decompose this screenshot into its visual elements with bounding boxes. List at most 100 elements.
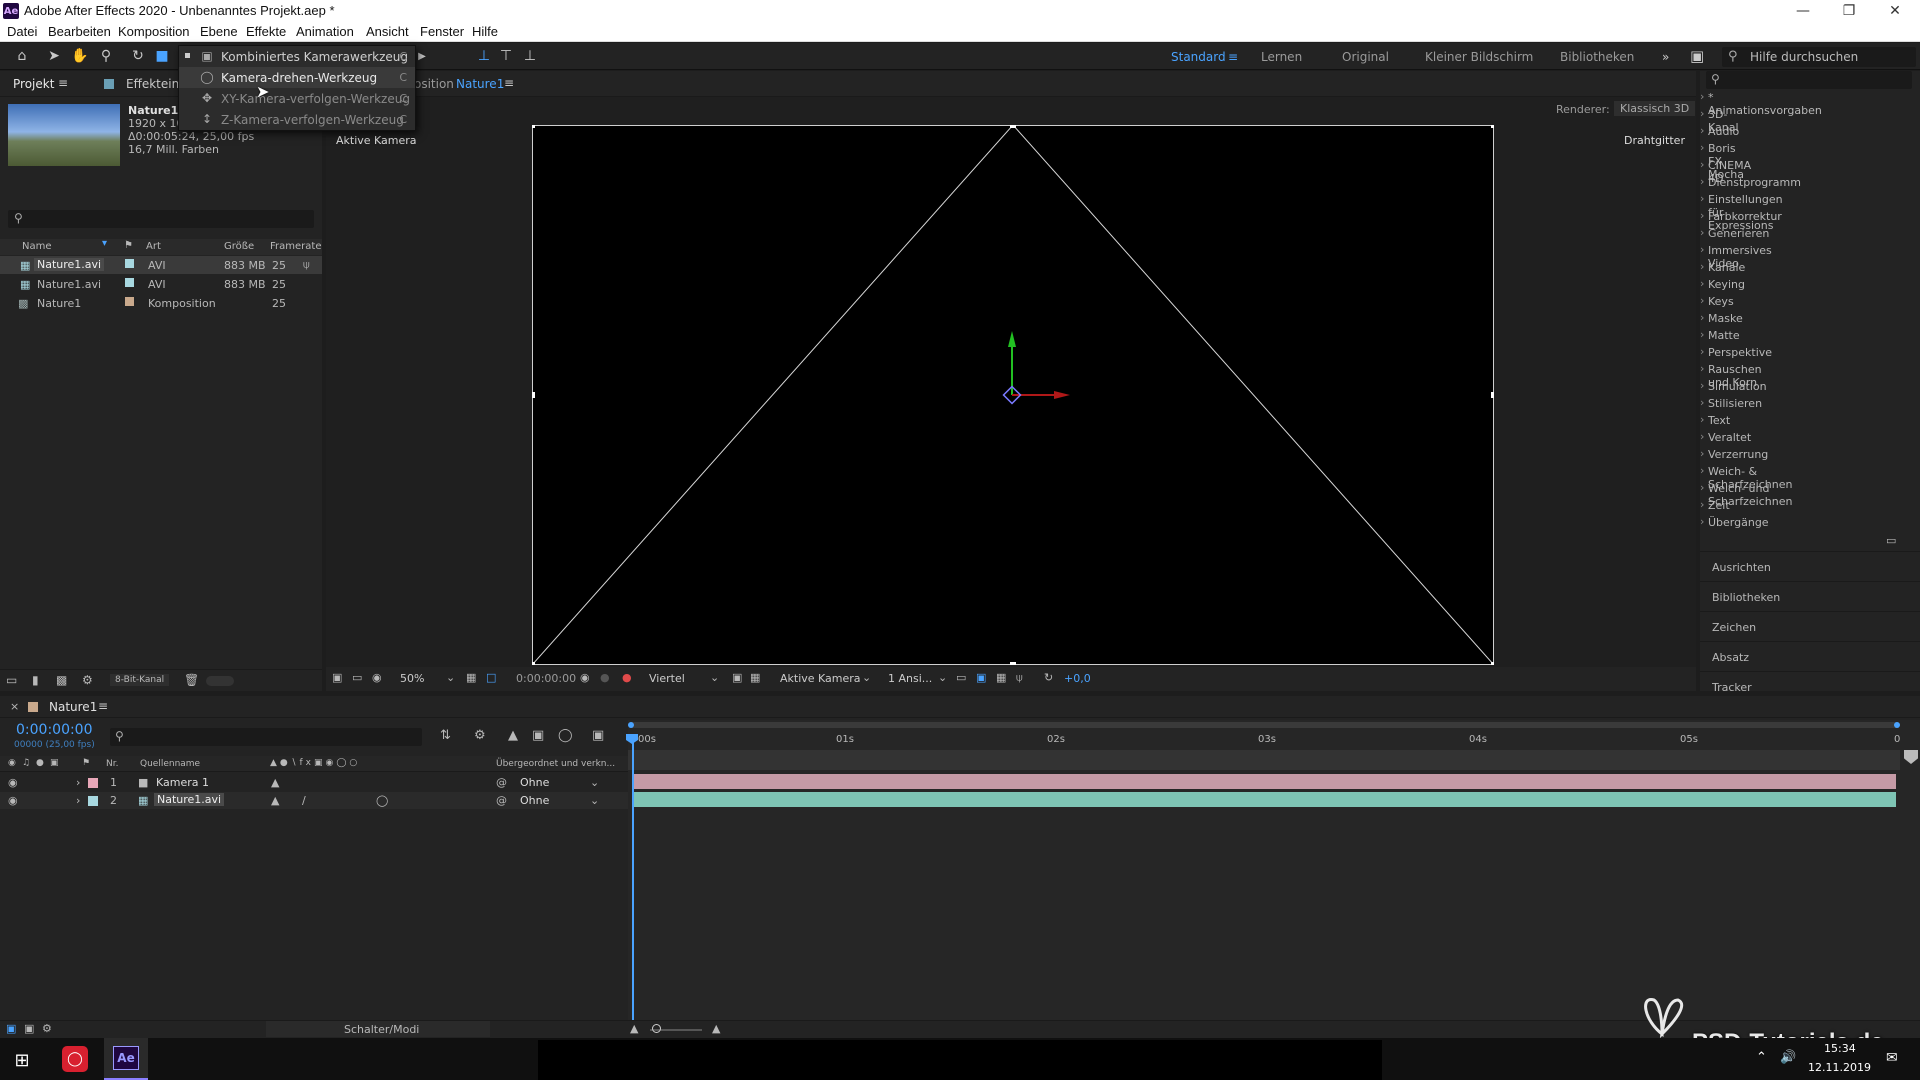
tab-effekteinstellungen[interactable]: Effekteins <box>126 77 185 91</box>
graph-editor-icon[interactable]: ▣ <box>592 728 604 743</box>
fx-category[interactable]: Keys <box>1700 294 1734 308</box>
selection-tool-icon[interactable]: ➤ <box>44 47 64 65</box>
panel-absatz[interactable]: Absatz <box>1712 651 1749 664</box>
preview-goggles-icon[interactable]: ◉ <box>372 671 382 684</box>
workspace-menu-icon[interactable]: ≡ <box>1228 50 1238 64</box>
layer-name[interactable]: Nature1.avi <box>154 793 225 806</box>
expand-chevron-icon[interactable]: › <box>76 794 80 807</box>
pickwhip-icon[interactable]: @ <box>496 776 507 789</box>
motion-blur-icon[interactable]: ◯ <box>558 728 573 743</box>
menu-ebene[interactable]: Ebene <box>200 24 238 39</box>
menu-item-kamera-drehen-werkzeug[interactable]: ◯ Kamera-drehen-Werkzeug C <box>179 67 415 88</box>
project-search-input[interactable]: ⚲ <box>8 210 314 228</box>
timeline-layer-row[interactable]: ◉ › 1 ■ Kamera 1 ▲ @ Ohne ⌄ <box>0 774 628 791</box>
panel-menu-icon[interactable]: ≡ <box>98 699 108 713</box>
new-composition-icon[interactable]: ▩ <box>56 673 67 687</box>
menu-fenster[interactable]: Fenster <box>420 24 464 39</box>
layer-switches-toggle-icon[interactable]: ▣ <box>6 1022 16 1035</box>
timeline-layer-row[interactable]: ◉ › 2 ▦ Nature1.avi ▲ ∕ ◯ @ Ohne ⌄ <box>0 792 628 809</box>
menu-komposition[interactable]: Komposition <box>118 24 190 39</box>
timeline-icon[interactable]: ▦ <box>996 671 1006 684</box>
fit-icon[interactable]: ▦ <box>466 671 476 684</box>
label-swatch[interactable] <box>125 259 134 268</box>
fx-category[interactable]: Veraltet <box>1700 430 1751 444</box>
workspace-bibliotheken[interactable]: Bibliotheken <box>1560 50 1634 64</box>
notifications-icon[interactable]: ✉ <box>1886 1050 1898 1066</box>
panel-ausrichten[interactable]: Ausrichten <box>1712 561 1771 574</box>
fx-category[interactable]: Generieren <box>1700 226 1769 240</box>
current-time-display[interactable]: 0:00:00:00 <box>516 672 576 685</box>
zoom-out-icon[interactable]: ▲ <box>630 1022 638 1035</box>
windows-start-icon[interactable]: ⊞ <box>10 1048 34 1072</box>
zoom-slider-handle[interactable] <box>652 1024 661 1033</box>
chevron-down-icon[interactable]: ⌄ <box>862 671 871 684</box>
time-ruler[interactable]: 00s 01s 02s 03s 04s 05s 0 <box>628 730 1900 750</box>
fx-category[interactable]: Farbkorrektur <box>1700 209 1782 223</box>
timeline-timecode[interactable]: 0:00:00:00 <box>16 722 93 738</box>
col-groesse[interactable]: Größe <box>224 241 254 252</box>
safe-zones-icon[interactable]: □ <box>486 671 496 684</box>
project-row[interactable]: ▦ Nature1.avi AVI 883 MB 25 ⍦ <box>0 256 322 274</box>
menu-hilfe[interactable]: Hilfe <box>472 24 498 39</box>
chevron-down-icon[interactable]: ⌄ <box>446 671 455 684</box>
rotate-tool-icon[interactable]: ↻ <box>128 47 148 65</box>
composition-viewer[interactable] <box>532 125 1494 665</box>
flowchart-icon[interactable]: ⍦ <box>303 258 310 272</box>
taskbar-date[interactable]: 12.11.2019 <box>1808 1061 1871 1074</box>
taskbar-time[interactable]: 15:34 <box>1824 1042 1856 1055</box>
bit-depth-button[interactable]: 8-Bit-Kanal <box>110 674 170 686</box>
timeline-track-area[interactable]: 00s 01s 02s 03s 04s 05s 0 <box>626 720 1920 1038</box>
fast-previews-icon[interactable]: ▣ <box>976 671 986 684</box>
thumbnail-size-slider[interactable] <box>206 676 234 686</box>
work-area-end-handle[interactable] <box>1894 722 1900 728</box>
menu-item-kombiniertes-kamerawerkzeug[interactable]: ▣ Kombiniertes Kamerawerkzeug C <box>179 46 415 67</box>
tab-timeline-comp[interactable]: Nature1 <box>49 700 97 714</box>
adjust-project-icon[interactable]: ⚙ <box>82 673 93 687</box>
renderer-select[interactable]: Klassisch 3D <box>1614 101 1696 116</box>
work-area-start-handle[interactable] <box>628 722 634 728</box>
panel-menu-icon[interactable]: ≡ <box>504 76 514 90</box>
layer-label-swatch[interactable] <box>88 778 98 788</box>
menu-bearbeiten[interactable]: Bearbeiten <box>48 24 111 39</box>
resolution-select[interactable]: Viertel <box>649 672 685 685</box>
menu-item-z-kamera-verfolgen-werkzeug[interactable]: ↕ Z-Kamera-verfolgen-Werkzeug C <box>179 109 415 130</box>
more-workspaces-icon[interactable]: » <box>1662 50 1669 64</box>
layer-label-swatch[interactable] <box>88 796 98 806</box>
transfer-controls-toggle-icon[interactable]: ▣ <box>24 1022 34 1035</box>
tab-projekt[interactable]: Projekt <box>13 77 54 91</box>
new-folder-icon[interactable]: ▮ <box>32 673 39 687</box>
col-layer-nr[interactable]: Nr. <box>106 759 118 769</box>
channels-icon[interactable]: ● <box>622 671 632 684</box>
monitor-icon[interactable]: ▭ <box>352 671 362 684</box>
menu-animation[interactable]: Animation <box>296 24 354 39</box>
shy-switch-icon[interactable]: ▲ <box>271 794 279 807</box>
frame-blending-icon[interactable]: ▣ <box>532 728 544 743</box>
flowchart-icon[interactable]: ⍦ <box>1016 671 1023 685</box>
zoom-in-icon[interactable]: ▲ <box>712 1022 720 1035</box>
snapshot-camera-icon[interactable]: ◉ <box>580 671 590 684</box>
workspace-lernen[interactable]: Lernen <box>1261 50 1302 64</box>
current-time-indicator[interactable] <box>632 740 634 1038</box>
label-swatch[interactable] <box>125 297 134 306</box>
tab-composition-prefix[interactable]: osition <box>414 77 454 91</box>
solo-toggle-icon[interactable]: ● <box>36 758 44 768</box>
chevron-down-icon[interactable]: ⌄ <box>590 794 599 807</box>
effects-search-input[interactable]: ⚲ <box>1706 71 1912 89</box>
creative-cloud-icon[interactable]: ◯ <box>62 1046 88 1072</box>
panel-bibliotheken[interactable]: Bibliotheken <box>1712 591 1780 604</box>
menu-effekte[interactable]: Effekte <box>246 24 286 39</box>
col-parent-link[interactable]: Übergeordnet und verkn... <box>496 759 615 769</box>
reset-exposure-icon[interactable]: ↻ <box>1044 671 1053 684</box>
col-framerate[interactable]: Framerate <box>270 241 321 252</box>
panel-tracker[interactable]: Tracker <box>1712 681 1752 691</box>
show-snapshot-icon[interactable]: ● <box>600 671 610 684</box>
3d-layer-switch-icon[interactable]: ◯ <box>376 794 388 807</box>
project-row[interactable]: ▩ Nature1 Komposition 25 <box>0 294 322 312</box>
pickwhip-icon[interactable]: @ <box>496 794 507 807</box>
tab-composition-name[interactable]: Nature1 <box>456 77 504 91</box>
chevron-down-icon[interactable]: ⌄ <box>938 671 947 684</box>
parent-select[interactable]: Ohne <box>520 776 549 789</box>
trash-icon[interactable]: 🗑 <box>184 673 199 687</box>
help-search-input[interactable]: ⚲ Hilfe durchsuchen <box>1722 47 1916 67</box>
lock-toggle-icon[interactable]: ▣ <box>50 758 59 768</box>
